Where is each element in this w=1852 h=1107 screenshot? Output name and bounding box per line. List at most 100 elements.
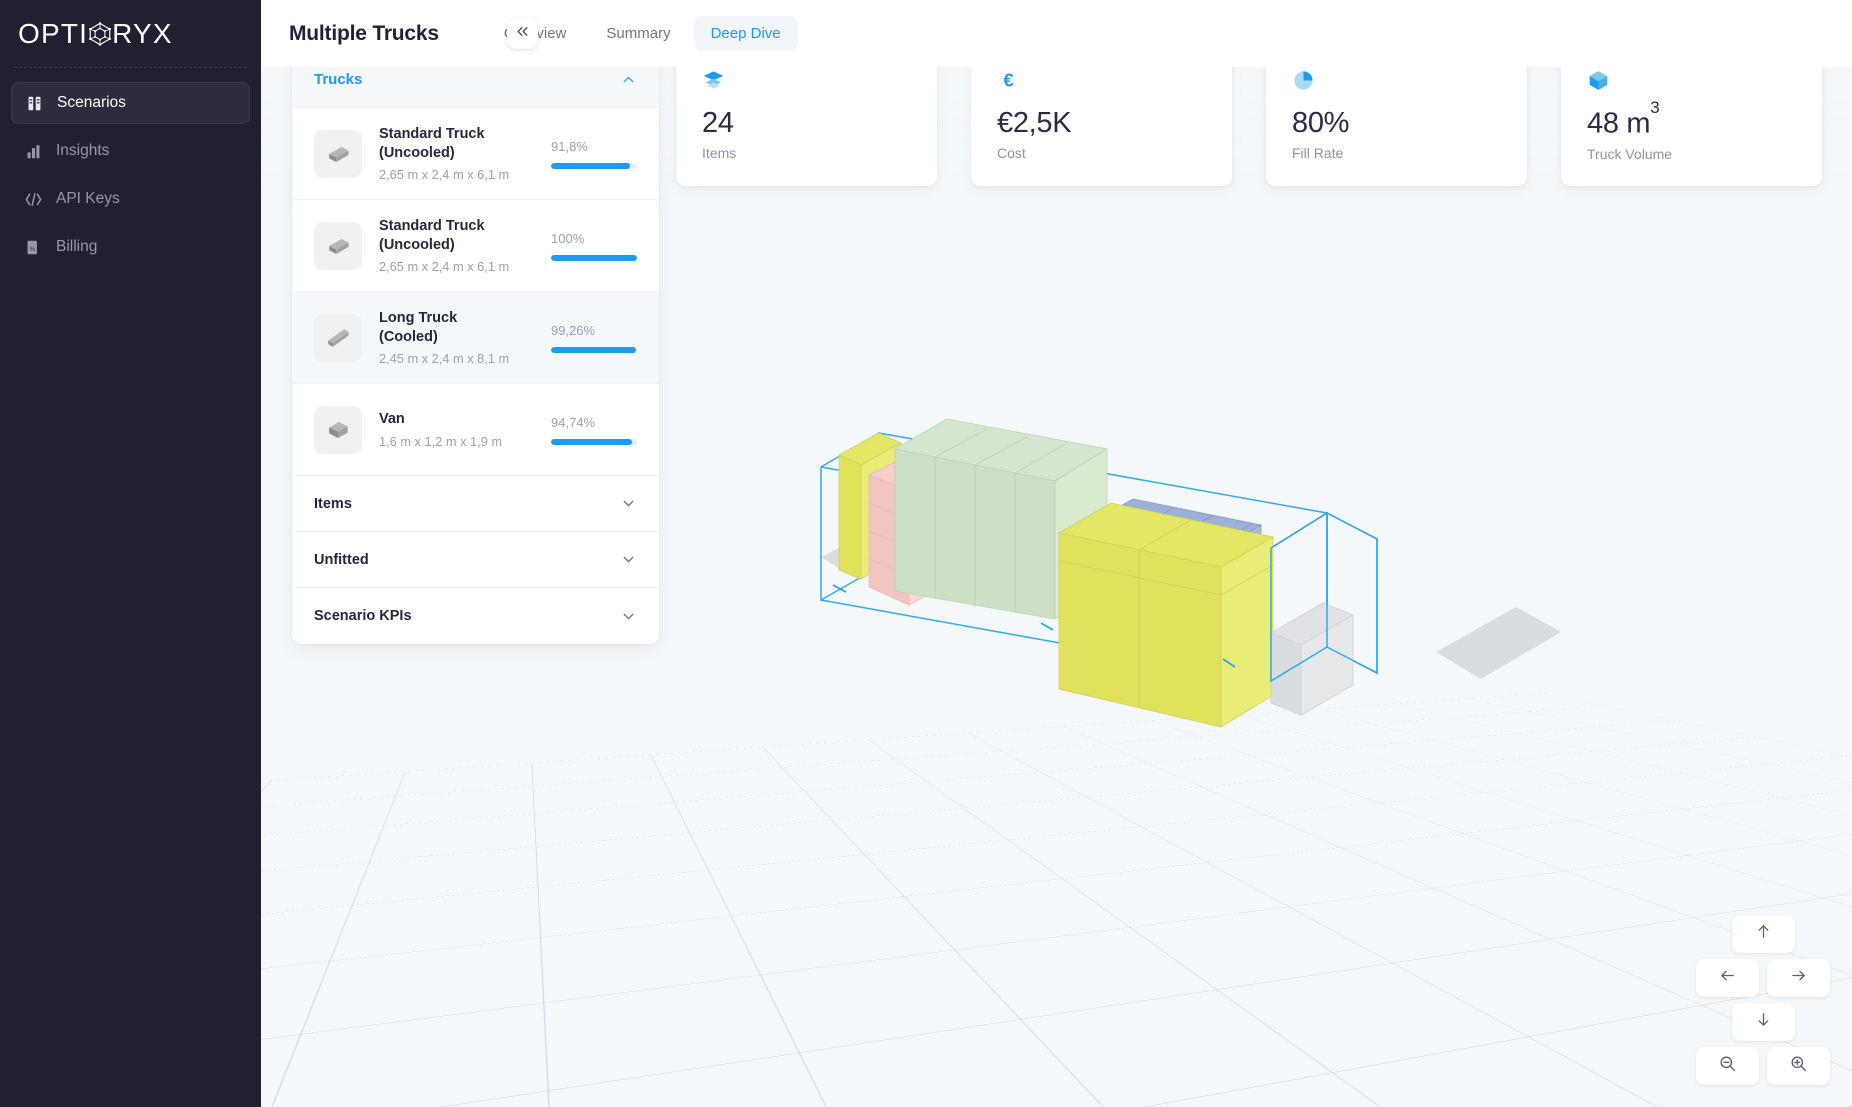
magnifier-plus-icon <box>1789 1054 1808 1078</box>
arrow-left-icon <box>1719 967 1736 989</box>
sidebar-item-label: Insights <box>56 143 109 159</box>
chevron-up-icon <box>620 71 637 88</box>
pie-chart-icon <box>1292 66 1501 94</box>
kpi-label: Truck Volume <box>1587 146 1796 162</box>
kpi-value: 24 <box>702 108 911 138</box>
box-long-icon <box>314 222 362 270</box>
truck-fill-bar <box>551 163 637 169</box>
sidebar-nav: Scenarios Insights <box>0 68 261 268</box>
truck-info: Standard Truck (Uncooled) 2,65 m x 2,4 m… <box>379 217 551 274</box>
section-title: Unfitted <box>314 552 369 568</box>
section-title: Scenario KPIs <box>314 608 412 624</box>
pan-left-button[interactable] <box>1696 959 1759 997</box>
scenarios-icon <box>25 94 44 113</box>
tab-deep-dive[interactable]: Deep Dive <box>694 16 798 51</box>
hexagon-network-icon <box>87 21 113 47</box>
kpi-label: Items <box>702 145 911 161</box>
box-extra-long-icon <box>314 314 362 362</box>
truck-fill-stat: 100% <box>551 231 637 261</box>
zoom-in-button[interactable] <box>1767 1047 1830 1085</box>
arrow-up-icon <box>1755 923 1772 945</box>
magnifier-minus-icon <box>1718 1054 1737 1078</box>
truck-fill-bar-value <box>551 163 630 169</box>
truck-name: Van <box>379 410 519 429</box>
code-brackets-icon <box>24 190 43 209</box>
kpi-value-superscript: 3 <box>1650 98 1659 117</box>
brand-logo[interactable]: OPTI <box>0 0 261 67</box>
sidebar-item-label: Billing <box>56 239 97 255</box>
euro-icon: € <box>997 66 1206 94</box>
truck-fill-percent: 100% <box>551 231 637 246</box>
kpi-value: €2,5K <box>997 108 1206 138</box>
section-scenario-kpis[interactable]: Scenario KPIs <box>292 588 659 644</box>
kpi-value: 80% <box>1292 108 1501 138</box>
truck-dimensions: 2,65 m x 2,4 m x 6,1 m <box>379 259 543 274</box>
truck-fill-percent: 94,74% <box>551 415 637 430</box>
chevron-down-icon <box>620 551 637 568</box>
svg-text:€: € <box>1003 70 1013 90</box>
table-row[interactable]: Standard Truck (Uncooled) 2,65 m x 2,4 m… <box>292 108 659 200</box>
main-area: Multiple Trucks Overview Summary Deep Di… <box>261 0 1852 1107</box>
pan-down-button[interactable] <box>1732 1003 1795 1041</box>
tab-summary[interactable]: Summary <box>589 16 687 51</box>
truck-dimensions: 2,65 m x 2,4 m x 6,1 m <box>379 167 543 182</box>
truck-fill-stat: 91,8% <box>551 139 637 169</box>
kpi-label: Fill Rate <box>1292 145 1501 161</box>
page-title: Multiple Trucks <box>289 22 439 46</box>
truck-fill-bar-value <box>551 347 636 353</box>
truck-info: Long Truck (Cooled) 2,45 m x 2,4 m x 8,1… <box>379 309 551 366</box>
sidebar-item-scenarios[interactable]: Scenarios <box>11 82 250 124</box>
pan-up-button[interactable] <box>1732 915 1795 953</box>
truck-info: Standard Truck (Uncooled) 2,65 m x 2,4 m… <box>379 125 551 182</box>
topbar: Multiple Trucks Overview Summary Deep Di… <box>261 0 1852 67</box>
sidebar-item-label: Scenarios <box>57 95 126 111</box>
section-title: Items <box>314 496 352 512</box>
truck-name: Standard Truck (Uncooled) <box>379 217 519 254</box>
sidebar: OPTI <box>0 0 261 1107</box>
table-row[interactable]: Standard Truck (Uncooled) 2,65 m x 2,4 m… <box>292 200 659 292</box>
brand-name-prefix: OPTI <box>18 18 88 50</box>
trucks-section-title: Trucks <box>314 71 362 88</box>
table-row[interactable]: Van 1,6 m x 1,2 m x 1,9 m 94,74% <box>292 384 659 476</box>
box-cube-icon <box>314 406 362 454</box>
kpi-value-text: 48 m <box>1587 108 1650 140</box>
kpi-value: 48 m3 <box>1587 108 1796 139</box>
sidebar-collapse-button[interactable] <box>507 18 538 49</box>
table-row[interactable]: Long Truck (Cooled) 2,45 m x 2,4 m x 8,1… <box>292 292 659 384</box>
truck-fill-bar-value <box>551 439 632 445</box>
pan-right-button[interactable] <box>1767 959 1830 997</box>
box-long-icon <box>314 130 362 178</box>
arrow-down-icon <box>1755 1011 1772 1033</box>
sidebar-item-insights[interactable]: Insights <box>11 130 250 172</box>
sidebar-item-billing[interactable]: % Billing <box>11 226 250 268</box>
truck-fill-stat: 99,26% <box>551 323 637 353</box>
trucks-panel: Trucks Standard Truck (Uncooled) 2,65 m … <box>292 52 659 644</box>
truck-dimensions: 1,6 m x 1,2 m x 1,9 m <box>379 434 543 449</box>
truck-fill-stat: 94,74% <box>551 415 637 445</box>
arrow-right-icon <box>1790 967 1807 989</box>
truck-name: Standard Truck (Uncooled) <box>379 125 519 162</box>
truck-fill-bar <box>551 255 637 261</box>
truck-fill-percent: 91,8% <box>551 139 637 154</box>
truck-fill-bar-value <box>551 255 637 261</box>
section-unfitted[interactable]: Unfitted <box>292 532 659 588</box>
truck-dimensions: 2,45 m x 2,4 m x 8,1 m <box>379 351 543 366</box>
sidebar-item-label: API Keys <box>56 191 120 207</box>
sidebar-item-api-keys[interactable]: API Keys <box>11 178 250 220</box>
truck-fill-percent: 99,26% <box>551 323 637 338</box>
section-items[interactable]: Items <box>292 476 659 532</box>
truck-fill-bar <box>551 439 637 445</box>
chevron-down-icon <box>620 608 637 625</box>
zoom-out-button[interactable] <box>1696 1047 1759 1085</box>
cube-icon <box>1587 66 1796 94</box>
viewport-navigation-controls <box>1696 915 1830 1085</box>
svg-text:%: % <box>30 246 36 252</box>
truck-info: Van 1,6 m x 1,2 m x 1,9 m <box>379 410 551 449</box>
price-tag-icon: % <box>24 238 43 257</box>
kpi-label: Cost <box>997 145 1206 161</box>
chevrons-left-icon <box>515 24 530 44</box>
layers-icon <box>702 66 911 94</box>
bar-chart-icon <box>24 142 43 161</box>
chevron-down-icon <box>620 495 637 512</box>
truck-name: Long Truck (Cooled) <box>379 309 519 346</box>
